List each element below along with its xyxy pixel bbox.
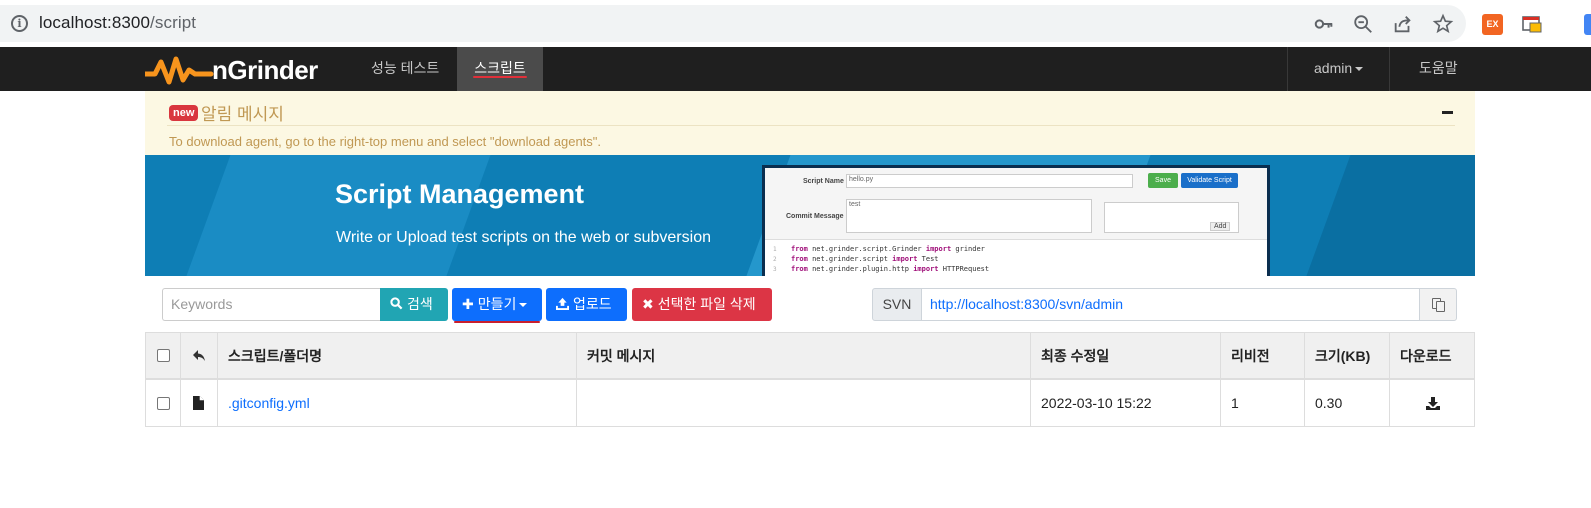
extension-ex-icon[interactable]: EX — [1482, 14, 1503, 35]
key-icon[interactable] — [1313, 13, 1335, 35]
search-button[interactable]: 검색 — [380, 288, 448, 321]
file-icon — [193, 396, 204, 410]
header-commit: 커밋 메시지 — [577, 333, 1031, 378]
nav-performance-test[interactable]: 성능 테스트 — [357, 47, 453, 91]
row-checkbox[interactable] — [157, 396, 170, 410]
banner-subtitle: Write or Upload test scripts on the web … — [336, 229, 711, 246]
preview-validate-button: Validate Script — [1181, 173, 1238, 188]
logo-wave-icon — [145, 56, 214, 85]
script-table: 스크립트/폴더명 커밋 메시지 최종 수정일 리비전 크기(KB) 다운로드 .… — [145, 332, 1475, 427]
preview-script-name-input: hello.py — [846, 174, 1133, 188]
svn-label: SVN — [872, 288, 922, 321]
script-name-link[interactable]: .gitconfig.yml — [228, 395, 310, 411]
close-icon: ✖ — [642, 296, 654, 312]
preview-commit-label: Commit Message — [786, 213, 844, 220]
preview-add-button: Add — [1210, 222, 1231, 231]
alert-message: To download agent, go to the right-top m… — [169, 134, 602, 149]
address-bar[interactable]: i localhost:8300/script — [0, 5, 1466, 42]
alert-title: 알림 메시지 — [201, 105, 284, 124]
zoom-out-icon[interactable] — [1352, 13, 1374, 35]
preview-code-editor: 1 from net.grinder.script.Grinder import… — [765, 239, 1267, 276]
modified-date: 2022-03-10 15:22 — [1031, 380, 1221, 426]
chevron-down-icon — [1355, 67, 1364, 72]
script-management-banner: Script Management Write or Upload test s… — [145, 155, 1475, 276]
ngrinder-logo[interactable]: nGrinder — [145, 52, 345, 88]
revision-value: 1 — [1221, 380, 1305, 426]
upload-button[interactable]: 업로드 — [546, 288, 627, 321]
site-info-icon[interactable]: i — [11, 15, 28, 32]
download-icon[interactable] — [1426, 396, 1440, 410]
url-text[interactable]: localhost:8300/script — [39, 13, 196, 33]
notice-alert: new 알림 메시지 To download agent, go to the … — [145, 91, 1475, 155]
table-row: .gitconfig.yml 2022-03-10 15:22 1 0.30 — [146, 380, 1474, 426]
header-name[interactable]: 스크립트/폴더명 — [218, 333, 577, 378]
nav-script[interactable]: 스크립트 — [457, 47, 543, 91]
select-all-checkbox[interactable] — [157, 349, 170, 362]
alert-divider — [167, 125, 1455, 126]
commit-message — [577, 380, 1031, 426]
banner-preview-image: Script Name hello.py Save Validate Scrip… — [762, 165, 1270, 276]
svn-url-field[interactable]: http://localhost:8300/svn/admin — [921, 288, 1420, 321]
nav-separator — [1389, 47, 1390, 91]
plus-icon: ✚ — [462, 296, 474, 312]
nav-script-underline — [473, 76, 527, 78]
search-icon — [390, 297, 403, 310]
create-button[interactable]: ✚ 만들기 — [452, 288, 542, 323]
size-value: 0.30 — [1305, 380, 1390, 426]
banner-title: Script Management — [335, 179, 585, 209]
preview-script-name-label: Script Name — [803, 178, 844, 185]
reply-icon[interactable] — [192, 349, 206, 362]
collapse-icon[interactable] — [1442, 111, 1453, 114]
user-menu[interactable]: admin — [1300, 47, 1377, 91]
copy-url-button[interactable] — [1419, 288, 1457, 321]
extension-window-icon[interactable] — [1521, 14, 1543, 34]
extension-google-icon[interactable] — [1584, 14, 1591, 35]
preview-save-button: Save — [1148, 173, 1178, 188]
brand-name: nGrinder — [212, 55, 318, 85]
share-icon[interactable] — [1392, 13, 1414, 35]
table-header: 스크립트/폴더명 커밋 메시지 최종 수정일 리비전 크기(KB) 다운로드 — [146, 333, 1474, 380]
nav-help[interactable]: 도움말 — [1405, 47, 1472, 91]
preview-commit-input: test — [846, 199, 1092, 233]
new-badge: new — [169, 105, 199, 121]
upload-icon — [556, 297, 569, 310]
header-revision: 리비전 — [1221, 333, 1305, 378]
header-size[interactable]: 크기(KB) — [1305, 333, 1390, 378]
script-toolbar: Keywords 검색 ✚ 만들기 업로드 ✖ 선택한 파일 삭제 SVN http… — [145, 276, 1475, 332]
search-input[interactable]: Keywords — [162, 288, 381, 321]
chevron-down-icon — [519, 303, 528, 308]
bookmark-star-icon[interactable] — [1432, 13, 1454, 35]
create-underline — [454, 321, 540, 323]
header-download: 다운로드 — [1400, 347, 1452, 364]
delete-selected-button[interactable]: ✖ 선택한 파일 삭제 — [632, 288, 772, 321]
nav-separator — [1287, 47, 1288, 91]
header-modified[interactable]: 최종 수정일 — [1031, 333, 1221, 378]
browser-toolbar: i localhost:8300/script EX — [0, 0, 1591, 47]
